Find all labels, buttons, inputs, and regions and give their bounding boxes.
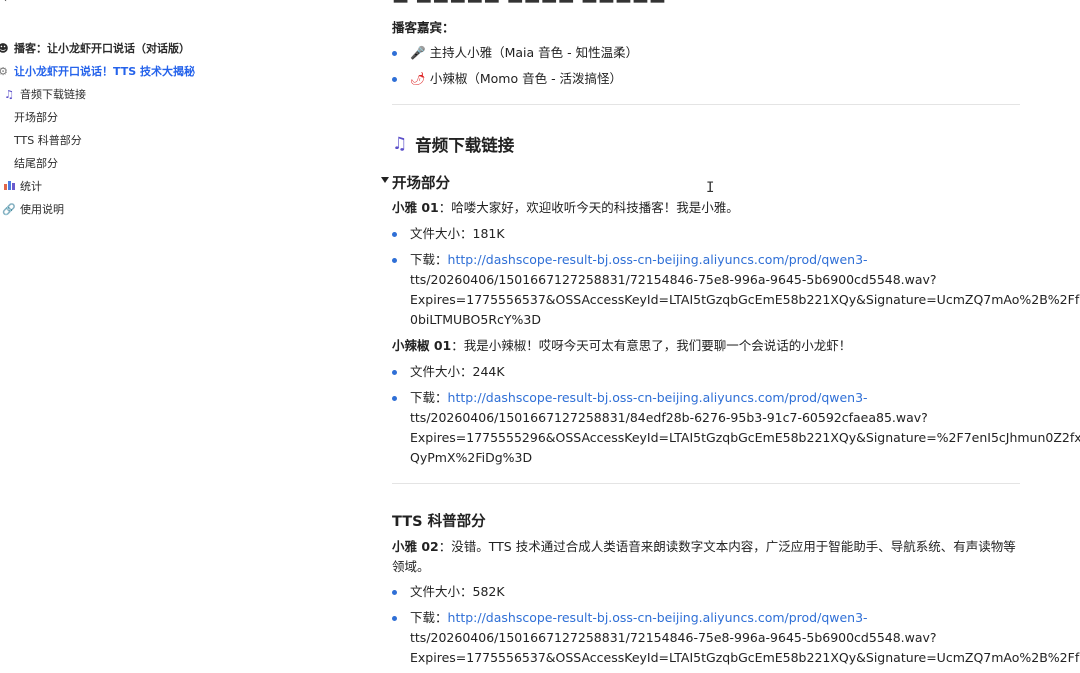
sidebar-item-label: 开场部分 (14, 111, 58, 124)
sidebar-collapse-icon[interactable]: ‹ (0, 0, 16, 6)
download-link[interactable]: Expires=1775556537&OSSAccessKeyId=LTAI5t… (410, 290, 1080, 310)
sidebar-item-label: 播客：让小龙虾开口说话（对话版） (14, 42, 190, 55)
gear-icon: ⚙ (0, 65, 8, 78)
section-heading-opening[interactable]: 开场部分 (381, 172, 450, 193)
sidebar-item-podcast[interactable]: ☻ 播客：让小龙虾开口说话（对话版） (0, 42, 190, 56)
outline-sidebar: ‹ ☻ 播客：让小龙虾开口说话（对话版） ⚙ 让小龙虾开口说话！TTS 技术大揭… (0, 0, 360, 673)
guest-item: 🌶 小辣椒（Momo 音色 - 活泼搞怪） (391, 69, 622, 89)
sidebar-item-ending[interactable]: 结尾部分 (14, 157, 58, 171)
file-size-item: 文件大小：244K (392, 362, 505, 382)
divider (392, 104, 1020, 105)
microphone-icon: 🎤 (410, 45, 426, 60)
section-heading-tts-science[interactable]: TTS 科普部分 (392, 510, 486, 531)
audio-links-heading: ♫ 音频下载链接 (392, 134, 515, 155)
dialogue-line-continued: 领域。 (392, 559, 430, 574)
dialogue-line: 小雅 02：没错。TTS 技术通过合成人类语音来朗读数字文本内容，广泛应用于智能… (392, 539, 1016, 554)
download-link[interactable]: Expires=1775555296&OSSAccessKeyId=LTAI5t… (410, 428, 1080, 448)
file-size-item: 文件大小：181K (392, 224, 505, 244)
download-link[interactable]: http://dashscope-result-bj.oss-cn-beijin… (448, 252, 868, 267)
chili-pepper-icon: 🌶 (410, 71, 426, 86)
divider (392, 483, 1020, 484)
sidebar-item-tts-science[interactable]: TTS 科普部分 (14, 134, 82, 148)
music-note-icon: ♫ (392, 134, 408, 154)
sidebar-item-label: 使用说明 (20, 203, 64, 216)
sidebar-item-usage[interactable]: 🔗 使用说明 (2, 203, 64, 217)
sidebar-item-label: 让小龙虾开口说话！TTS 技术大揭秘 (14, 65, 196, 78)
download-link[interactable]: tts/20260406/1501667127258831/72154846-7… (410, 270, 937, 290)
download-link[interactable]: QyPmX%2FiDg%3D (410, 448, 532, 468)
download-link[interactable]: http://dashscope-result-bj.oss-cn-beijin… (448, 390, 868, 405)
music-note-icon: ♫ (4, 88, 14, 101)
file-size-item: 文件大小：582K (392, 582, 505, 602)
download-link[interactable]: Expires=1775556537&OSSAccessKeyId=LTAI5t… (410, 648, 1080, 668)
download-link[interactable]: 0biLTMUBO5RcY%3D (410, 310, 541, 330)
sidebar-item-audio-links[interactable]: ♫ 音频下载链接 (2, 88, 86, 102)
person-icon: ☻ (0, 42, 9, 55)
sidebar-item-label: 统计 (20, 180, 42, 193)
sidebar-item-label: 音频下载链接 (20, 88, 86, 101)
download-link[interactable]: http://dashscope-result-bj.oss-cn-beijin… (448, 610, 868, 625)
sidebar-item-opening[interactable]: 开场部分 (14, 111, 58, 125)
collapse-caret-icon[interactable] (381, 177, 389, 183)
download-link[interactable]: tts/20260406/1501667127258831/84edf28b-6… (410, 408, 928, 428)
dialogue-line: 小辣椒 01：我是小辣椒！哎呀今天可太有意思了，我们要聊一个会说话的小龙虾！ (392, 338, 852, 353)
sidebar-item-label: 结尾部分 (14, 157, 58, 170)
download-link[interactable]: tts/20260406/1501667127258831/72154846-7… (410, 628, 937, 648)
cut-off-heading: ▬ ▬▬▬▬▬ ▬▬▬▬ ▬▬▬▬▬ (392, 0, 666, 9)
download-item: 下载：http://dashscope-result-bj.oss-cn-bei… (392, 608, 868, 628)
download-item: 下载：http://dashscope-result-bj.oss-cn-bei… (392, 250, 868, 270)
link-icon: 🔗 (2, 203, 16, 216)
guests-label: 播客嘉宾： (392, 20, 455, 35)
download-item: 下载：http://dashscope-result-bj.oss-cn-bei… (392, 388, 868, 408)
document-body: ▬ ▬▬▬▬▬ ▬▬▬▬ ▬▬▬▬▬ 播客嘉宾： 🎤 主持人小雅（Maia 音色… (381, 0, 1080, 673)
sidebar-item-label: TTS 科普部分 (14, 134, 82, 147)
dialogue-line: 小雅 01：哈喽大家好，欢迎收听今天的科技播客！我是小雅。 (392, 200, 739, 215)
bar-chart-icon (2, 180, 16, 194)
sidebar-item-tts-reveal[interactable]: ⚙ 让小龙虾开口说话！TTS 技术大揭秘 (0, 65, 195, 79)
guest-item: 🎤 主持人小雅（Maia 音色 - 知性温柔） (391, 43, 638, 63)
text-cursor-icon: I (706, 180, 715, 196)
sidebar-item-stats[interactable]: 统计 (2, 180, 42, 194)
